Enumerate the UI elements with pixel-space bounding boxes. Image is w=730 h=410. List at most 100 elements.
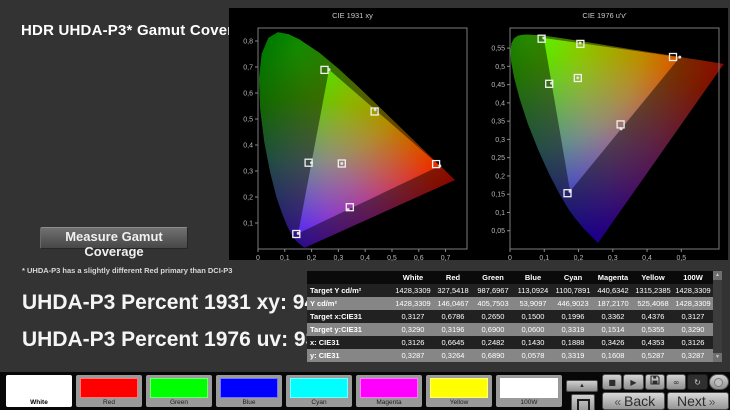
percent-1976-result: UHDA-P3 Percent 1976 uv: 93,58 [22,328,347,352]
scroll-down-icon[interactable]: ▼ [713,353,722,362]
pattern-controls: ▲ [566,374,600,410]
target-point-red [678,56,681,59]
svg-text:0,4: 0,4 [243,143,253,150]
red-primary-footnote: * UHDA-P3 has a slightly different Red p… [22,266,232,275]
svg-text:0,2: 0,2 [574,255,584,262]
table-cell: 0,4376 [633,310,673,323]
svg-text:0,1: 0,1 [243,221,253,228]
pattern-100w[interactable]: 100W [496,375,562,407]
transport-buttons: ■ ▶ ∞ ↻ [602,374,729,390]
svg-text:0,5: 0,5 [495,64,505,71]
svg-text:0,4: 0,4 [642,255,652,262]
table-cell: 0,3127 [393,310,433,323]
refresh-button[interactable]: ↻ [687,374,707,390]
pattern-blue[interactable]: Blue [216,375,282,407]
cie-1976-diagram: 00,10,20,30,40,50,050,10,150,20,250,30,3… [483,24,726,262]
table-cell: 0,0600 [513,323,553,336]
svg-text:0,4: 0,4 [495,100,505,107]
svg-text:0,3: 0,3 [608,255,618,262]
play-icon: ▶ [630,378,636,387]
table-cell: 0,3287 [673,349,713,362]
infinity-icon: ∞ [673,378,680,387]
table-corner-cell [307,271,393,284]
table-cell: 53,9097 [513,297,553,310]
table-cell: 0,3362 [593,310,633,323]
cie-1931-chart-title: CIE 1931 xy [231,8,474,24]
cie-1976-chart-title: CIE 1976 u'v' [483,8,726,24]
table-cell: 0,2482 [473,336,513,349]
cie-1976-chart-panel: CIE 1976 u'v' 00,10,20,30,40,50,050,10,1… [483,8,726,260]
save-button[interactable] [645,374,665,390]
pattern-red[interactable]: Red [76,375,142,407]
pattern-scroll-up-button[interactable]: ▲ [566,380,598,392]
table-cell: 0,1996 [553,310,593,323]
table-scrollbar[interactable]: ▲ ▼ [713,271,722,362]
nav-buttons: «Back Next» [602,392,729,410]
pattern-cyan[interactable]: Cyan [286,375,352,407]
window-icon [577,399,590,410]
row-label: Y cd/m² [307,297,393,310]
svg-text:0,2: 0,2 [495,173,505,180]
column-header: Red [433,271,473,284]
column-header: Yellow [633,271,673,284]
row-label: Target Y cd/m² [307,284,393,297]
svg-text:0,7: 0,7 [243,65,253,72]
table-cell: 0,3127 [673,310,713,323]
pattern-yellow[interactable]: Yellow [426,375,492,407]
pattern-magenta[interactable]: Magenta [356,375,422,407]
pattern-swatch [290,378,348,398]
table-cell: 0,1500 [513,310,553,323]
table-cell: 0,5287 [633,349,673,362]
svg-text:0,3: 0,3 [334,255,344,262]
table-cell: 0,3290 [393,323,433,336]
table-cell: 0,6645 [433,336,473,349]
svg-text:0: 0 [256,255,260,262]
row-label: x: CIE31 [307,336,393,349]
svg-text:0,1: 0,1 [495,210,505,217]
pattern-window-button[interactable] [571,394,595,410]
pattern-white[interactable]: White [6,375,72,407]
pattern-label: Green [146,399,212,406]
svg-text:0,15: 0,15 [491,192,505,199]
pattern-swatch [10,378,68,398]
loop-button[interactable]: ∞ [666,374,686,390]
table-cell: 440,6342 [593,284,633,297]
table-cell: 1315,2385 [633,284,673,297]
measure-gamut-coverage-button[interactable]: Measure Gamut Coverage [40,227,188,249]
back-button[interactable]: «Back [602,392,665,410]
table-cell: 525,4068 [633,297,673,310]
cie-1931-diagram: 00,10,20,30,40,50,60,70,10,20,30,40,50,6… [231,24,474,262]
pattern-label: Cyan [286,399,352,406]
pattern-label: Yellow [426,399,492,406]
svg-text:0,45: 0,45 [491,82,505,89]
table-cell: 0,3196 [433,323,473,336]
svg-text:0,7: 0,7 [441,255,451,262]
pattern-swatch [150,378,208,398]
svg-text:0,05: 0,05 [491,228,505,235]
calman-window: HDR UHDA-P3* Gamut Coverage CIE 1931 xy … [0,0,730,410]
pattern-green[interactable]: Green [146,375,212,407]
svg-text:0,2: 0,2 [243,195,253,202]
table-cell: 327,5418 [433,284,473,297]
stop-button[interactable]: ■ [602,374,622,390]
row-label: Target y:CIE31 [307,323,393,336]
percent-1931-result: UHDA-P3 Percent 1931 xy: 94,83 [22,291,345,315]
record-button[interactable] [709,374,729,390]
table-cell: 0,6786 [433,310,473,323]
pattern-swatch-list: White Red Green Blue Cyan Magenta Yellow 100W [6,375,562,407]
play-button[interactable]: ▶ [623,374,643,390]
table-cell: 987,6967 [473,284,513,297]
up-arrow-icon: ▲ [579,383,585,389]
target-point-white [340,162,343,165]
measurement-table: WhiteRedGreenBlueCyanMagentaYellow100WTa… [307,271,713,362]
table-cell: 0,6890 [473,349,513,362]
pattern-label: White [6,399,72,406]
scroll-up-icon[interactable]: ▲ [713,271,722,280]
table-cell: 0,4353 [633,336,673,349]
svg-text:0,3: 0,3 [243,169,253,176]
pattern-swatch [430,378,488,398]
pattern-swatch [80,378,138,398]
pattern-label: Red [76,399,142,406]
table-cell: 0,3287 [393,349,433,362]
next-button[interactable]: Next» [667,392,730,410]
